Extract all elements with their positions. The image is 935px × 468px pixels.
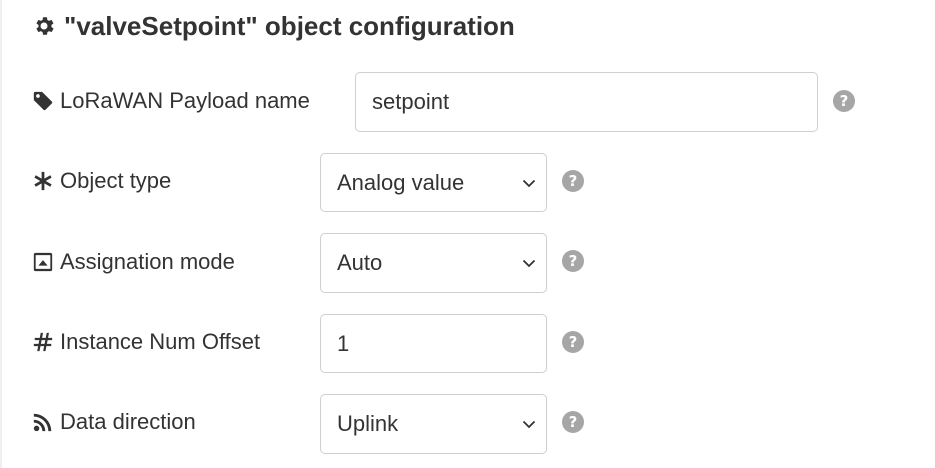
payload-name-value: setpoint	[372, 89, 450, 114]
payload-name-label-text: LoRaWAN Payload name	[60, 88, 310, 113]
chevron-down-icon	[520, 174, 538, 192]
instance-offset-value: 1	[337, 330, 350, 356]
object-type-label-text: Object type	[60, 168, 172, 193]
payload-name-label: LoRaWAN Payload name	[32, 87, 310, 115]
assignation-mode-label: Assignation mode	[32, 248, 235, 276]
data-direction-help-icon[interactable]: ?	[562, 411, 584, 433]
chevron-down-icon	[520, 254, 538, 272]
data-direction-label: Data direction	[32, 408, 196, 436]
instance-offset-label-text: Instance Num Offset	[60, 329, 261, 354]
object-type-value: Analog value	[337, 169, 465, 195]
assignation-mode-value: Auto	[337, 250, 383, 275]
chevron-down-icon	[520, 415, 538, 433]
instance-offset-label: Instance Num Offset	[32, 328, 260, 356]
instance-offset-input[interactable]: 1	[320, 314, 547, 373]
gear-icon	[32, 14, 56, 38]
object-type-select[interactable]: Analog value	[320, 153, 547, 212]
object-type-label: Object type	[32, 167, 171, 195]
assignation-mode-label-text: Assignation mode	[60, 249, 235, 274]
payload-name-help-icon[interactable]: ?	[833, 90, 855, 112]
data-direction-value: Uplink	[337, 411, 399, 436]
instance-offset-help-icon[interactable]: ?	[562, 331, 584, 353]
payload-name-input[interactable]: setpoint	[355, 72, 818, 132]
page-title: "valveSetpoint" object configuration	[32, 6, 515, 46]
data-direction-select[interactable]: Uplink	[320, 394, 547, 454]
left-divider	[0, 0, 2, 468]
caret-square-up-icon	[32, 251, 54, 273]
rss-icon	[32, 411, 54, 433]
data-direction-label-text: Data direction	[60, 409, 196, 434]
assignation-mode-select[interactable]: Auto	[320, 233, 547, 293]
hashtag-icon	[32, 331, 54, 353]
assignation-mode-help-icon[interactable]: ?	[562, 250, 584, 272]
tag-icon	[32, 90, 54, 112]
asterisk-icon	[32, 170, 54, 192]
object-type-help-icon[interactable]: ?	[562, 170, 584, 192]
title-text: "valveSetpoint" object configuration	[64, 10, 515, 41]
